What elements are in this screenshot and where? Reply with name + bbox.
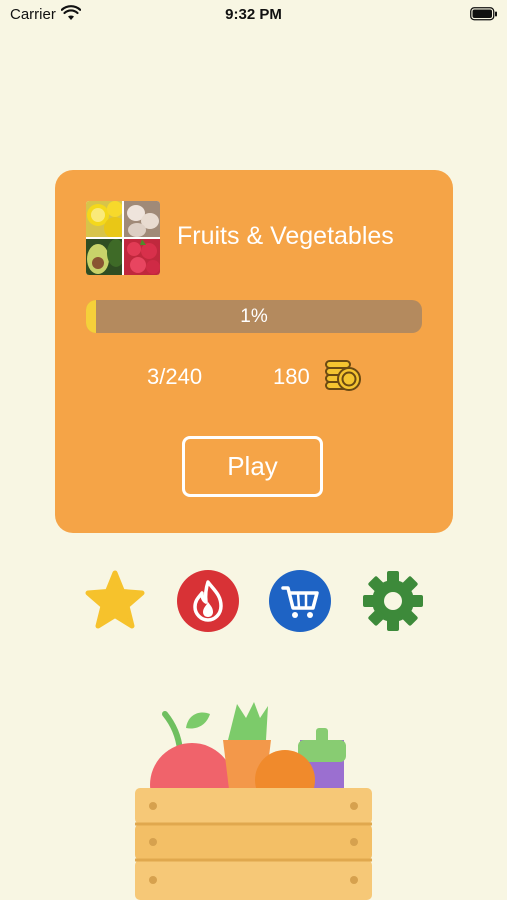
gear-icon [363, 571, 423, 631]
raspberry-photo-icon [124, 239, 160, 275]
flame-icon [177, 570, 239, 632]
category-card: Fruits & Vegetables 1% 3/240 180 Play [55, 170, 453, 533]
cart-icon [269, 570, 331, 632]
settings-button[interactable] [362, 570, 424, 632]
play-button[interactable]: Play [182, 436, 323, 497]
progress-bar: 1% [86, 300, 422, 333]
vegetable-crate-icon [135, 702, 372, 900]
avocado-photo-icon [86, 239, 122, 275]
shop-button[interactable] [269, 570, 331, 632]
star-icon [85, 570, 145, 629]
progress-label: 1% [240, 306, 268, 327]
hot-button[interactable] [177, 570, 239, 632]
favorites-button[interactable] [84, 570, 146, 632]
clock: 9:32 PM [225, 6, 282, 23]
category-title: Fruits & Vegetables [177, 222, 394, 250]
coins-count: 180 [273, 364, 310, 389]
lemon-photo-icon [86, 201, 122, 237]
battery-icon [470, 7, 497, 21]
coins-icon [325, 360, 361, 391]
status-bar: Carrier 9:32 PM [0, 0, 507, 30]
garlic-photo-icon [124, 201, 160, 237]
levels-count: 3/240 [147, 364, 203, 389]
category-thumbnail [86, 201, 160, 275]
